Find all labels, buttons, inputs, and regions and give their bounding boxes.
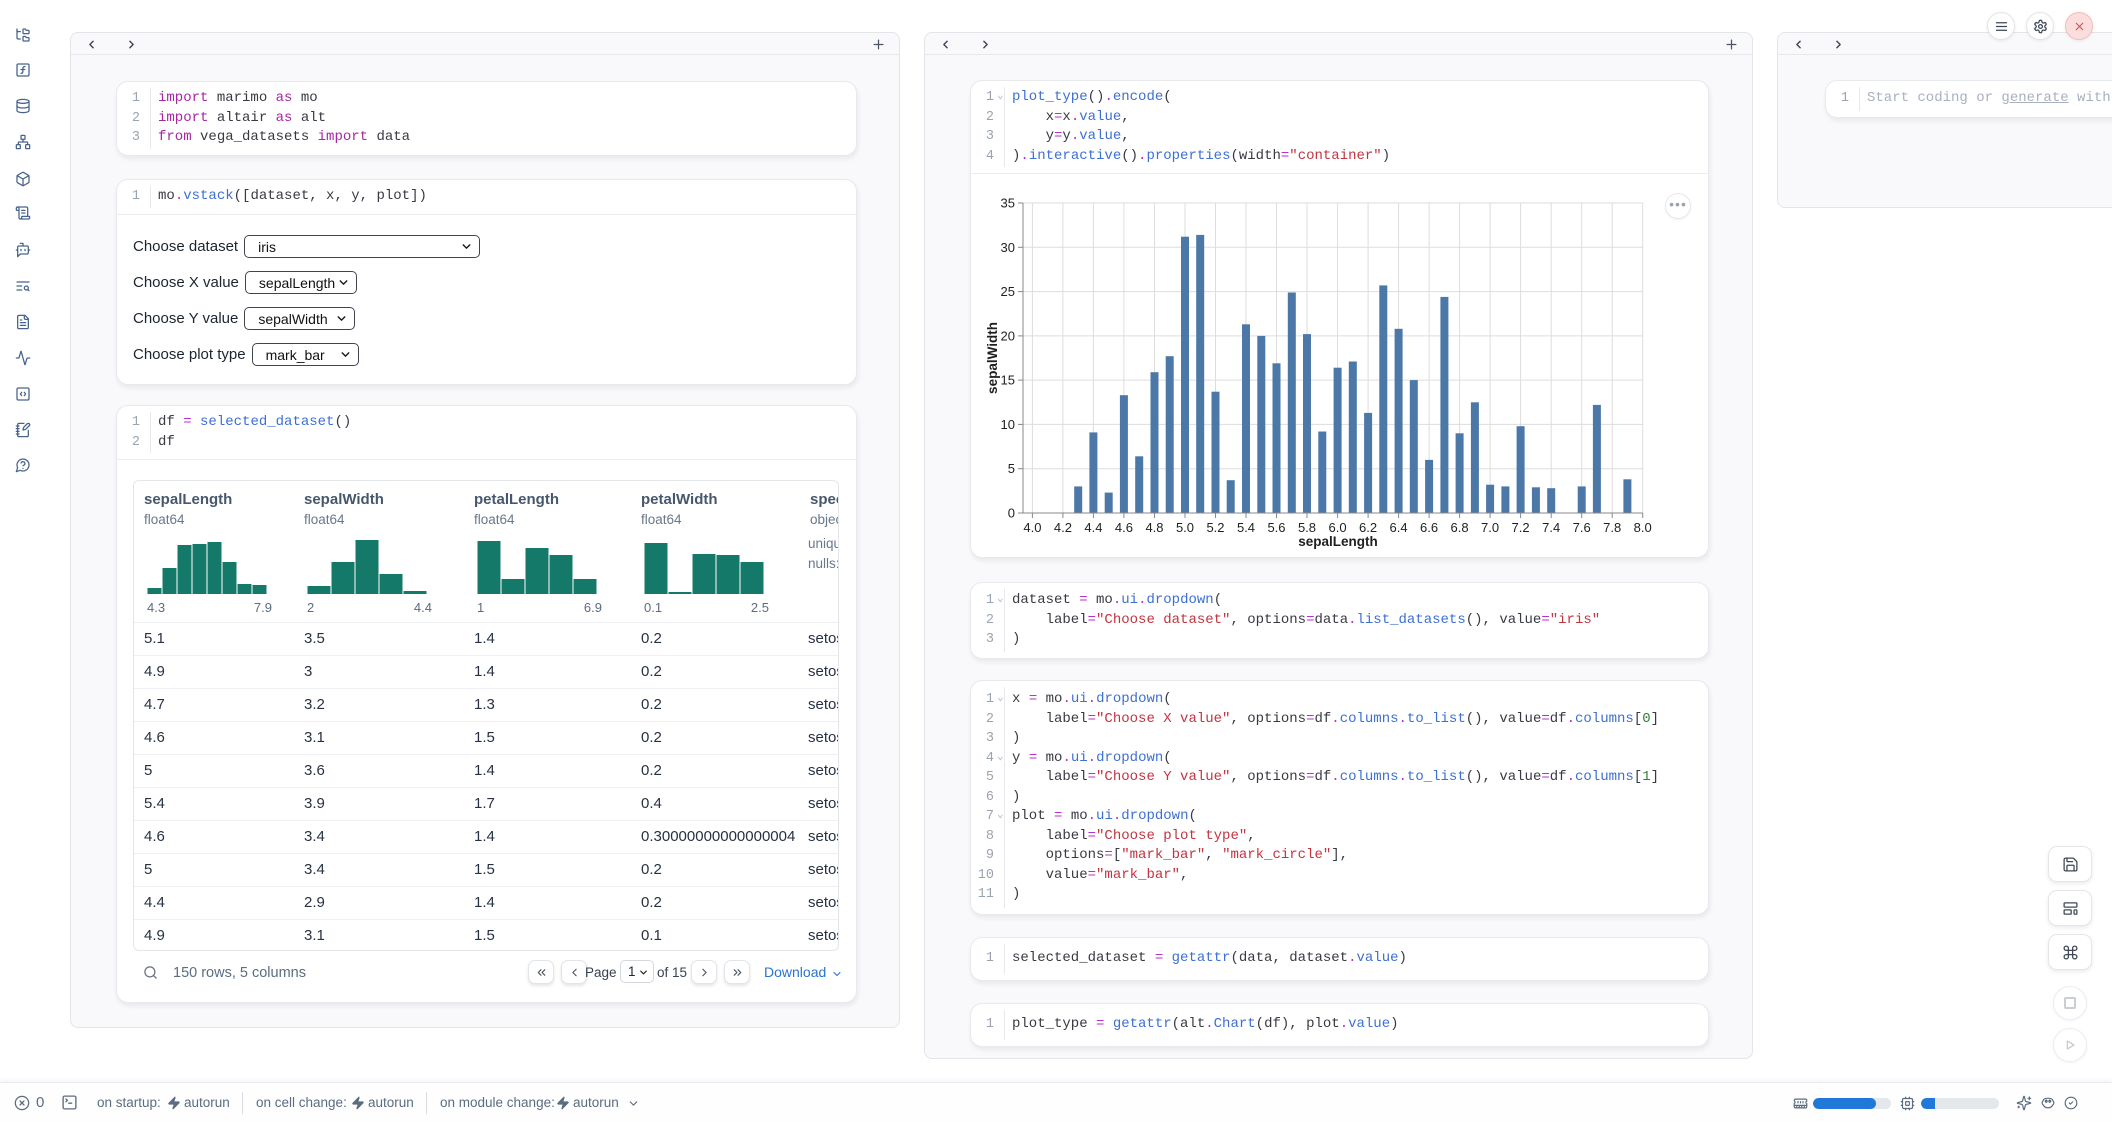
svg-text:5.8: 5.8	[1298, 520, 1316, 535]
svg-text:6.2: 6.2	[1359, 520, 1377, 535]
svg-text:4.0: 4.0	[1023, 520, 1041, 535]
svg-text:30: 30	[1001, 240, 1015, 255]
svg-text:4.8: 4.8	[1145, 520, 1163, 535]
svg-text:10: 10	[1001, 417, 1015, 432]
svg-text:5.6: 5.6	[1267, 520, 1285, 535]
svg-text:4.4: 4.4	[1084, 520, 1102, 535]
svg-text:6.6: 6.6	[1420, 520, 1438, 535]
svg-text:20: 20	[1001, 328, 1015, 343]
svg-text:7.4: 7.4	[1542, 520, 1560, 535]
svg-text:7.8: 7.8	[1603, 520, 1621, 535]
svg-text:7.2: 7.2	[1512, 520, 1530, 535]
svg-text:5.0: 5.0	[1176, 520, 1194, 535]
svg-text:6.4: 6.4	[1390, 520, 1408, 535]
svg-text:5: 5	[1008, 461, 1015, 476]
svg-text:4.6: 4.6	[1115, 520, 1133, 535]
svg-text:15: 15	[1001, 373, 1015, 388]
svg-text:4.2: 4.2	[1054, 520, 1072, 535]
svg-text:35: 35	[1001, 196, 1015, 211]
svg-text:5.2: 5.2	[1206, 520, 1224, 535]
svg-text:sepalLength: sepalLength	[1298, 534, 1378, 549]
svg-text:8.0: 8.0	[1634, 520, 1652, 535]
svg-text:sepalWidth: sepalWidth	[985, 322, 1000, 394]
svg-text:6.8: 6.8	[1451, 520, 1469, 535]
svg-text:7.0: 7.0	[1481, 520, 1499, 535]
svg-text:25: 25	[1001, 284, 1015, 299]
svg-text:0: 0	[1008, 506, 1015, 521]
svg-text:6.0: 6.0	[1329, 520, 1347, 535]
svg-text:5.4: 5.4	[1237, 520, 1255, 535]
svg-text:7.6: 7.6	[1573, 520, 1591, 535]
